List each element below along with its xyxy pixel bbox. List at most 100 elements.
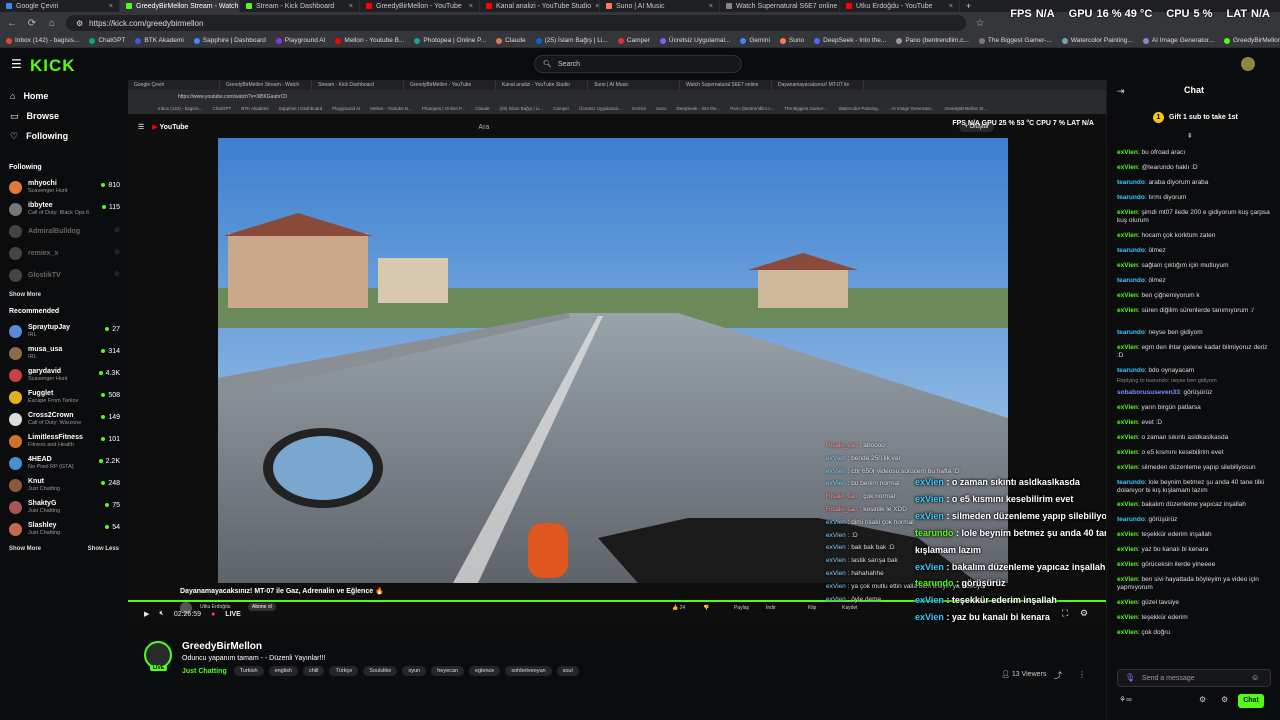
sidebar-channel[interactable]: mhyochi Scavenger Hunt 810 — [0, 176, 128, 198]
user-avatar[interactable] — [1241, 57, 1255, 71]
chat-username[interactable]: exVien — [1117, 232, 1138, 239]
stream-tag[interactable]: english — [268, 666, 298, 676]
chat-username[interactable]: tearundo — [1117, 516, 1145, 523]
site-info-icon[interactable]: ⚙ — [76, 19, 83, 28]
mic-icon[interactable]: 🎙︎ — [1125, 673, 1135, 682]
emoji-icon[interactable]: ☺ — [1251, 673, 1259, 682]
stream-tag[interactable]: Türkçe — [329, 666, 359, 676]
browser-tab[interactable]: Suno | AI Music × — [600, 0, 720, 12]
chat-username[interactable]: exVien — [1117, 531, 1138, 538]
browser-tab[interactable]: Google Çeviri × — [0, 0, 120, 12]
gift-sub-banner[interactable]: 1 Gift 1 sub to take 1st — [1153, 112, 1238, 123]
kick-logo[interactable]: KICK — [30, 56, 76, 76]
nav-home[interactable]: ⌂ Home — [0, 86, 128, 106]
chat-username[interactable]: exVien — [1117, 546, 1138, 553]
sidebar-channel[interactable]: LimitlessFitness Fitness and Health 101 — [0, 430, 128, 452]
sidebar-channel[interactable]: Cross2Crown Call of Duty: Warzone 149 — [0, 408, 128, 430]
back-icon[interactable]: ← — [6, 18, 18, 29]
pinned-icon[interactable]: ⇞ — [1187, 132, 1193, 140]
sidebar-channel[interactable]: Slashley Just Chatting 54 — [0, 518, 128, 540]
sidebar-channel[interactable]: 4HEAD No Pixel RP (GTA) 2.2K — [0, 452, 128, 474]
bookmark-item[interactable]: Inbox (142) - bagisis... — [6, 37, 79, 44]
bookmark-item[interactable]: Mellon - Youtube B... — [335, 37, 404, 44]
bookmark-item[interactable]: Camper — [617, 37, 650, 44]
category-link[interactable]: Just Chatting — [182, 668, 227, 675]
show-more-button-2[interactable]: Show More — [9, 546, 41, 552]
stream-tag[interactable]: Turkish — [233, 666, 264, 676]
close-tab-icon[interactable]: × — [349, 3, 353, 10]
bookmark-item[interactable]: Pano (bentrendlim.c... — [896, 37, 969, 44]
chat-username[interactable]: exVien — [1117, 449, 1138, 456]
chat-username[interactable]: sobaborususeven33 — [1117, 389, 1180, 396]
bookmark-item[interactable]: Photopea | Online P... — [414, 37, 486, 44]
sidebar-channel[interactable]: SpraytupJay IRL 27 — [0, 320, 128, 342]
browser-tab[interactable]: Kanal analizi - YouTube Studio × — [480, 0, 600, 12]
bookmark-item[interactable]: DeepSeek - Into the... — [814, 37, 886, 44]
bookmark-item[interactable]: (25) İslam Bağış | Li... — [535, 37, 608, 44]
chat-username[interactable]: tearundo — [1117, 194, 1145, 201]
star-icon[interactable]: ☆ — [974, 18, 986, 29]
chat-username[interactable]: exVien — [1117, 434, 1138, 441]
chat-username[interactable]: tearundo — [1117, 277, 1145, 284]
sidebar-channel[interactable]: ibbytee Call of Duty: Black Ops 6 115 — [0, 198, 128, 220]
sidebar-channel[interactable]: remiex_x ⊘ — [0, 242, 128, 264]
nav-following[interactable]: ♡ Following — [0, 126, 128, 146]
show-less-button[interactable]: Show Less — [88, 546, 119, 552]
browser-tab[interactable]: Stream - Kick Dashboard × — [240, 0, 360, 12]
show-more-button[interactable]: Show More — [9, 292, 41, 298]
settings-icon[interactable]: ⚙ — [1080, 608, 1088, 619]
chat-username[interactable]: exVien — [1117, 576, 1138, 583]
chat-username[interactable]: tearundo — [1117, 329, 1145, 336]
chat-username[interactable]: exVien — [1117, 164, 1138, 171]
bookmark-item[interactable]: GreedyBirMellon St... — [1223, 37, 1280, 44]
chat-username[interactable]: exVien — [1117, 419, 1138, 426]
new-tab-icon[interactable]: + — [966, 1, 971, 11]
chat-username[interactable]: exVien — [1117, 561, 1138, 568]
play-icon[interactable]: ▶ — [144, 610, 149, 618]
chat-username[interactable]: exVien — [1117, 404, 1138, 411]
stream-tag[interactable]: oyun — [402, 666, 427, 676]
chat-gear-icon[interactable]: ⚙ — [1221, 695, 1228, 704]
stream-tag[interactable]: sohbetveoyun — [505, 666, 552, 676]
fullscreen-icon[interactable]: ⛶ — [1062, 608, 1068, 619]
sidebar-channel[interactable]: GlostikTV ⊘ — [0, 264, 128, 286]
close-tab-icon[interactable]: × — [109, 3, 113, 10]
send-chat-button[interactable]: Chat — [1238, 694, 1264, 708]
bookmark-item[interactable]: Gemini — [740, 37, 770, 44]
browser-tab[interactable]: Utku Erdoğdu - YouTube × — [840, 0, 960, 12]
chat-username[interactable]: exVien — [1117, 209, 1138, 216]
bookmark-item[interactable]: Playground AI — [275, 37, 325, 44]
bookmark-item[interactable]: AI Image Generator... — [1142, 37, 1214, 44]
chat-username[interactable]: exVien — [1117, 614, 1138, 621]
chat-username[interactable]: exVien — [1117, 464, 1138, 471]
close-tab-icon[interactable]: × — [595, 3, 599, 10]
stream-tag[interactable]: soul — [556, 666, 579, 676]
close-tab-icon[interactable]: × — [469, 3, 473, 10]
chat-message-input[interactable]: Send a message — [1117, 669, 1271, 687]
chat-username[interactable]: exVien — [1117, 344, 1138, 351]
chat-tools-icon[interactable]: ⚘∞ — [1119, 695, 1132, 704]
sidebar-channel[interactable]: ShaktyG Just Chatting 75 — [0, 496, 128, 518]
stream-tag[interactable]: chill — [303, 666, 325, 676]
search-input[interactable]: 🔍︎ Search — [534, 55, 742, 73]
chat-username[interactable]: exVien — [1117, 149, 1138, 156]
more-icon[interactable]: ⋮ — [1078, 670, 1086, 679]
sidebar-channel[interactable]: AdmiralBulldog ⊘ — [0, 220, 128, 242]
nav-browse[interactable]: ▭ Browse — [0, 106, 128, 126]
bookmark-item[interactable]: The Biggest Gamer-... — [978, 37, 1052, 44]
browser-tab[interactable]: GreedyBirMellon - YouTube × — [360, 0, 480, 12]
close-tab-icon[interactable]: × — [949, 3, 953, 10]
chat-username[interactable]: exVien — [1117, 262, 1138, 269]
browser-tab[interactable]: Watch Supernatural S6E7 online× — [720, 0, 840, 12]
bookmark-item[interactable]: Suno — [779, 37, 804, 44]
bookmark-item[interactable]: Sapphire | Dashboard — [193, 37, 266, 44]
sidebar-channel[interactable]: Knut Just Chatting 248 — [0, 474, 128, 496]
chat-settings-icon[interactable]: ⚙ — [1199, 695, 1206, 704]
address-bar[interactable]: ⚙ https://kick.com/greedybirmellon — [66, 15, 966, 31]
home-icon[interactable]: ⌂ — [46, 18, 58, 29]
bookmark-item[interactable]: Claude — [496, 37, 526, 44]
share-icon[interactable]: ⤴ — [1054, 670, 1062, 681]
channel-name[interactable]: GreedyBirMellon — [182, 641, 262, 652]
bookmark-item[interactable]: ChatGPT — [89, 37, 125, 44]
bookmark-item[interactable]: Watercolor Painting... — [1061, 37, 1133, 44]
